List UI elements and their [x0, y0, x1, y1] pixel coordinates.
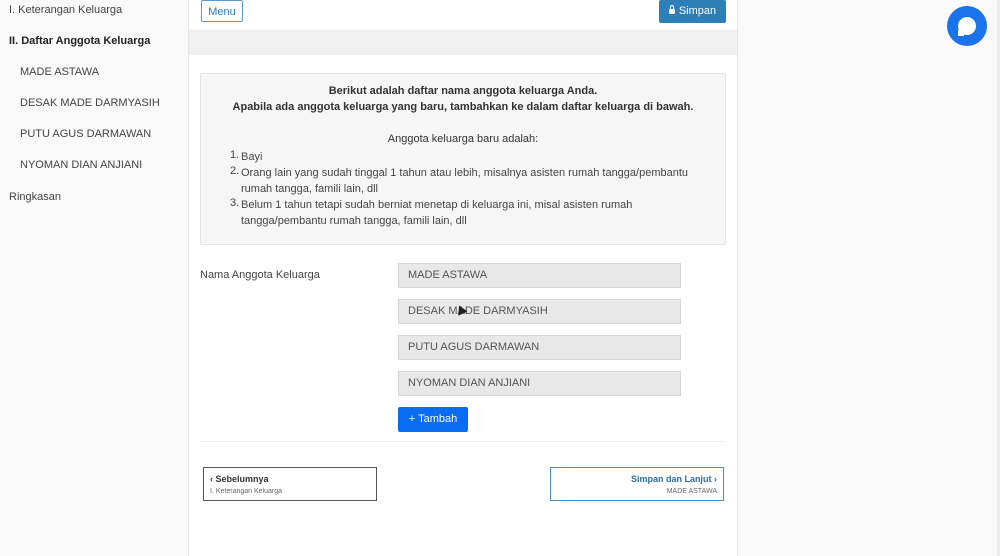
member-name-field-2[interactable]: DESAK MADE DARMYASIH — [398, 299, 681, 324]
list-number: 2. — [230, 165, 240, 177]
sidebar-item-daftar-anggota[interactable]: II. Daftar Anggota Keluarga — [9, 35, 150, 47]
add-member-label: Tambah — [418, 413, 458, 425]
list-text: Bayi — [241, 151, 263, 163]
plus-icon: + — [408, 413, 416, 425]
member-name-label: Nama Anggota Keluarga — [200, 269, 320, 281]
member-name-field-1[interactable]: MADE ASTAWA — [398, 263, 681, 288]
sidebar-item-member-1[interactable]: MADE ASTAWA — [20, 66, 99, 78]
main-panel: Menu Simpan Berikut adalah daftar nama a… — [188, 0, 738, 556]
top-toolbar: Menu Simpan — [189, 0, 737, 31]
divider — [200, 441, 726, 442]
sidebar-item-member-2[interactable]: DESAK MADE DARMYASIH — [20, 97, 160, 109]
save-and-next-button[interactable]: Simpan dan Lanjut › MADE ASTAWA — [550, 467, 724, 501]
sidebar-item-keterangan-keluarga[interactable]: I. Keterangan Keluarga — [9, 4, 122, 16]
sidebar-item-member-3[interactable]: PUTU AGUS DARMAWAN — [20, 128, 151, 140]
next-title: Simpan dan Lanjut › — [630, 474, 717, 484]
save-button[interactable]: Simpan — [659, 0, 726, 23]
save-button-label: Simpan — [678, 5, 717, 17]
next-subtitle: MADE ASTAWA — [666, 488, 717, 495]
member-name-field-3[interactable]: PUTU AGUS DARMAWAN — [398, 335, 681, 360]
info-line-1: Berikut adalah daftar nama anggota kelua… — [328, 85, 598, 97]
lock-icon — [668, 5, 675, 14]
add-member-button[interactable]: + Tambah — [398, 407, 468, 432]
toolbar-strip — [189, 31, 737, 55]
sidebar: I. Keterangan Keluarga II. Daftar Anggot… — [0, 0, 188, 556]
list-text: Belum 1 tahun tetapi sudah berniat menet… — [241, 199, 633, 227]
sidebar-item-member-4[interactable]: NYOMAN DIAN ANJIANI — [20, 159, 142, 171]
member-name-field-4[interactable]: NYOMAN DIAN ANJIANI — [398, 371, 681, 396]
previous-button[interactable]: ‹ Sebelumnya I. Keterangan Keluarga — [203, 467, 377, 501]
menu-button[interactable]: Menu — [201, 0, 243, 22]
list-number: 1. — [230, 149, 240, 161]
info-line-2: Apabila ada anggota keluarga yang baru, … — [232, 101, 694, 113]
info-subtitle: Anggota keluarga baru adalah: — [387, 133, 539, 145]
chat-bubble-icon[interactable] — [947, 6, 987, 46]
previous-subtitle: I. Keterangan Keluarga — [210, 488, 282, 495]
sidebar-item-ringkasan[interactable]: Ringkasan — [9, 191, 61, 203]
list-number: 3. — [230, 197, 240, 209]
list-text: Orang lain yang sudah tinggal 1 tahun at… — [241, 167, 689, 195]
info-box: Berikut adalah daftar nama anggota kelua… — [200, 73, 726, 245]
previous-title: ‹ Sebelumnya — [210, 474, 269, 484]
